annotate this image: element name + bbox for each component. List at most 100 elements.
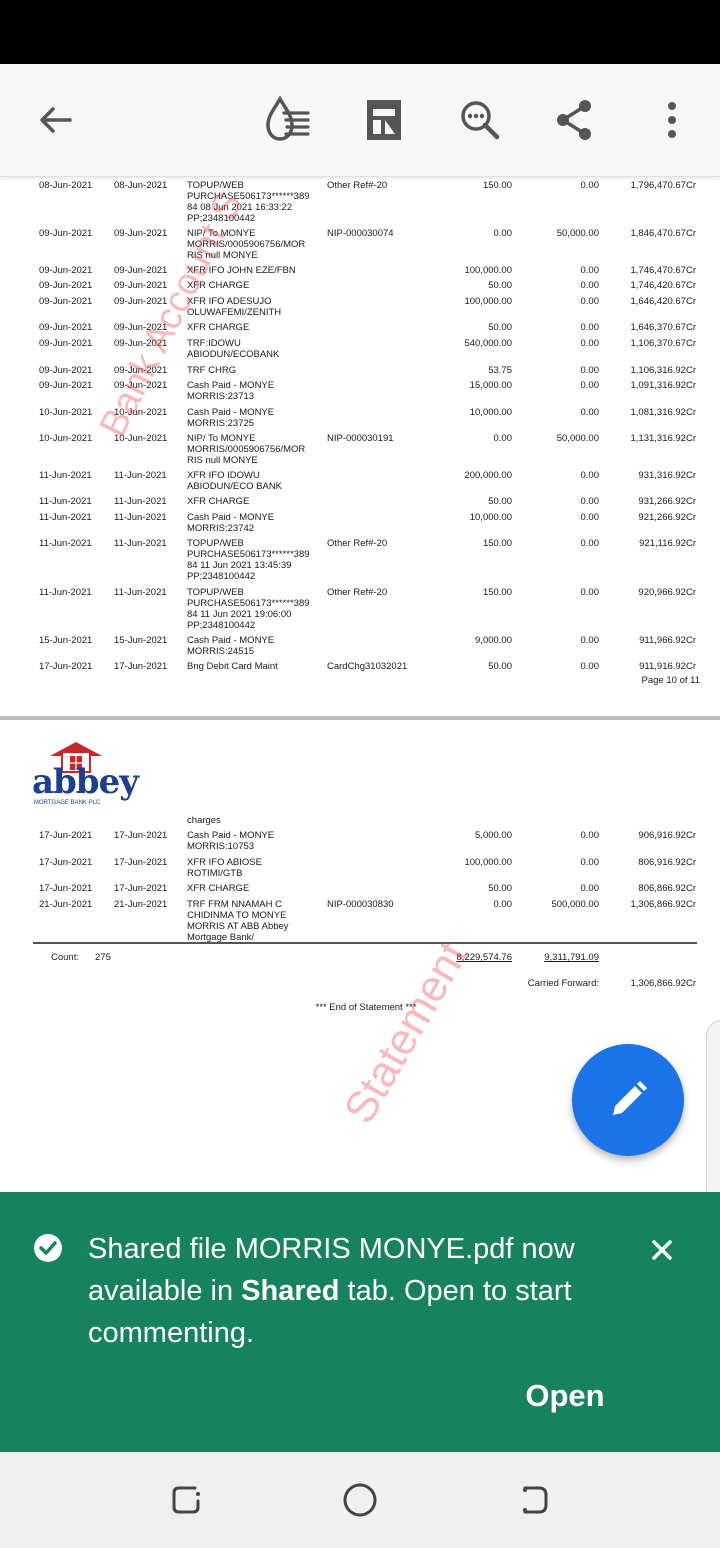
debit-cell: 50.00 bbox=[488, 322, 512, 333]
date-cell: 09-Jun-2021 bbox=[39, 296, 93, 307]
date-cell: 09-Jun-2021 bbox=[39, 265, 93, 276]
balance-cell: 806,916.92Cr bbox=[638, 857, 696, 868]
logo-wordmark: abbey bbox=[32, 762, 139, 802]
description-cell: Cash Paid - MONYE MORRIS:23713 bbox=[187, 380, 275, 402]
value-date-cell: 17-Jun-2021 bbox=[114, 883, 168, 894]
description-cell: TRF:IDOWU ABIODUN/ECOBANK bbox=[187, 338, 280, 360]
description-cell: Bng Debit Card Maint bbox=[187, 661, 278, 672]
balance-cell: 911,916.92Cr bbox=[639, 661, 696, 672]
credit-cell: 0.00 bbox=[580, 380, 600, 391]
value-date-cell: 08-Jun-2021 bbox=[114, 180, 168, 191]
balance-cell: 1,091,316.92Cr bbox=[630, 380, 697, 391]
description-cell: TOPUP/WEB PURCHASE506173******389 84 11 … bbox=[187, 587, 310, 631]
debit-cell: 10,000.00 bbox=[469, 407, 512, 418]
search-button[interactable] bbox=[448, 88, 512, 152]
count-value: 275 bbox=[95, 952, 111, 963]
date-cell: 15-Jun-2021 bbox=[39, 635, 93, 646]
recents-button[interactable] bbox=[158, 1476, 214, 1524]
credit-cell: 0.00 bbox=[580, 661, 600, 672]
share-icon bbox=[557, 100, 591, 140]
date-cell: 08-Jun-2021 bbox=[39, 180, 93, 191]
watermark-statement: Statement bbox=[334, 933, 478, 1132]
page-view-button[interactable] bbox=[352, 88, 416, 152]
debit-cell: 50.00 bbox=[488, 661, 512, 672]
balance-cell: 1,846,470.67Cr bbox=[630, 228, 697, 239]
pdf-document-view[interactable]: 08-Jun-2021 08-Jun-2021 TOPUP/WEB PURCHASE… bbox=[0, 176, 720, 1192]
credit-cell: 0.00 bbox=[580, 830, 600, 841]
snackbar-open-button[interactable]: Open bbox=[500, 1376, 630, 1416]
date-cell: 21-Jun-2021 bbox=[39, 899, 93, 910]
debit-cell: 150.00 bbox=[482, 587, 512, 598]
snackbar-message: Shared file MORRIS MONYE.pdf now availab… bbox=[88, 1233, 575, 1349]
balance-cell: 1,746,470.67Cr bbox=[630, 265, 697, 276]
description-cell: Cash Paid - MONYE MORRIS:10753 bbox=[187, 830, 275, 852]
value-date-cell: 17-Jun-2021 bbox=[114, 661, 168, 672]
statement-page-10: 08-Jun-2021 08-Jun-2021 TOPUP/WEB PURCHASE… bbox=[0, 176, 720, 716]
balance-cell: 906,916.92Cr bbox=[638, 830, 696, 841]
debit-cell: 9,000.00 bbox=[475, 635, 512, 646]
balance-cell: 1,646,420.67Cr bbox=[630, 296, 697, 307]
credit-cell: 0.00 bbox=[580, 496, 600, 507]
balance-cell: 921,116.92Cr bbox=[639, 538, 696, 549]
description-cell: TOPUP/WEB PURCHASE506173******389 84 08 … bbox=[187, 180, 310, 224]
credit-cell: 0.00 bbox=[580, 265, 600, 276]
edit-fab-button[interactable] bbox=[572, 1044, 684, 1156]
credit-cell: 0.00 bbox=[580, 587, 600, 598]
debit-cell: 0.00 bbox=[493, 433, 513, 444]
abbey-logo: abbey MORTGAGE BANK PLC bbox=[32, 738, 156, 814]
balance-cell: 1,746,420.67Cr bbox=[630, 280, 697, 291]
description-cell: XFR CHARGE bbox=[187, 496, 250, 507]
date-cell: 17-Jun-2021 bbox=[39, 857, 93, 868]
value-date-cell: 21-Jun-2021 bbox=[114, 899, 168, 910]
total-credit: 9,311,791.09 bbox=[544, 952, 599, 963]
arrow-left-icon bbox=[40, 107, 72, 133]
debit-cell: 5,000.00 bbox=[475, 830, 512, 841]
credit-cell: 0.00 bbox=[580, 635, 600, 646]
description-cell: Cash Paid - MONYE MORRIS:23725 bbox=[187, 407, 275, 429]
home-button[interactable] bbox=[332, 1476, 388, 1524]
description-cell: NIP/ To MONYE MORRIS/0005906756/MOR RIS … bbox=[187, 228, 306, 261]
value-date-cell: 09-Jun-2021 bbox=[114, 265, 168, 276]
credit-cell: 0.00 bbox=[580, 538, 600, 549]
description-cell: XFR IFO ADESUJO OLUWAFEMI/ZENITH bbox=[187, 296, 282, 318]
back-nav-button[interactable] bbox=[506, 1476, 562, 1524]
credit-cell: 0.00 bbox=[580, 365, 600, 376]
balance-cell: 1,131,316.92Cr bbox=[630, 433, 697, 444]
share-button[interactable] bbox=[542, 88, 606, 152]
value-date-cell: 15-Jun-2021 bbox=[114, 635, 168, 646]
credit-cell: 0.00 bbox=[580, 883, 600, 894]
credit-cell: 0.00 bbox=[580, 407, 600, 418]
value-date-cell: 17-Jun-2021 bbox=[114, 830, 168, 841]
pencil-edit-icon bbox=[613, 1081, 647, 1115]
balance-cell: 920,966.92Cr bbox=[638, 587, 696, 598]
debit-cell: 100,000.00 bbox=[464, 296, 512, 307]
total-debit: 8,229,574.76 bbox=[456, 952, 512, 963]
credit-cell: 50,000.00 bbox=[556, 228, 599, 239]
date-cell: 09-Jun-2021 bbox=[39, 280, 93, 291]
more-options-button[interactable] bbox=[640, 88, 704, 152]
debit-cell: 0.00 bbox=[493, 228, 513, 239]
value-date-cell: 10-Jun-2021 bbox=[114, 433, 168, 444]
totals-rule bbox=[33, 942, 697, 944]
description-cell: NIP/ To MONYE MORRIS/0005906756/MOR RIS … bbox=[187, 433, 306, 466]
page-view-icon bbox=[367, 100, 401, 140]
date-cell: 11-Jun-2021 bbox=[39, 538, 92, 549]
credit-cell: 0.00 bbox=[580, 470, 600, 481]
balance-cell: 1,306,866.92Cr bbox=[630, 899, 697, 910]
count-label: Count: bbox=[51, 952, 79, 963]
value-date-cell: 11-Jun-2021 bbox=[114, 512, 167, 523]
value-date-cell: 09-Jun-2021 bbox=[114, 296, 168, 307]
value-date-cell: 09-Jun-2021 bbox=[114, 280, 168, 291]
search-icon bbox=[461, 101, 500, 140]
snackbar-close-button[interactable] bbox=[640, 1232, 684, 1268]
end-of-statement: *** End of Statement *** bbox=[315, 1002, 417, 1013]
debit-cell: 0.00 bbox=[493, 899, 513, 910]
carried-forward-value: 1,306,866.92Cr bbox=[630, 978, 697, 989]
liquid-mode-button[interactable] bbox=[256, 88, 320, 152]
value-date-cell: 09-Jun-2021 bbox=[114, 365, 168, 376]
credit-cell: 0.00 bbox=[580, 296, 600, 307]
back-icon bbox=[523, 1486, 548, 1514]
debit-cell: 200,000.00 bbox=[464, 470, 512, 481]
back-button[interactable] bbox=[24, 88, 88, 152]
description-cell: TRF CHRG bbox=[187, 365, 237, 376]
